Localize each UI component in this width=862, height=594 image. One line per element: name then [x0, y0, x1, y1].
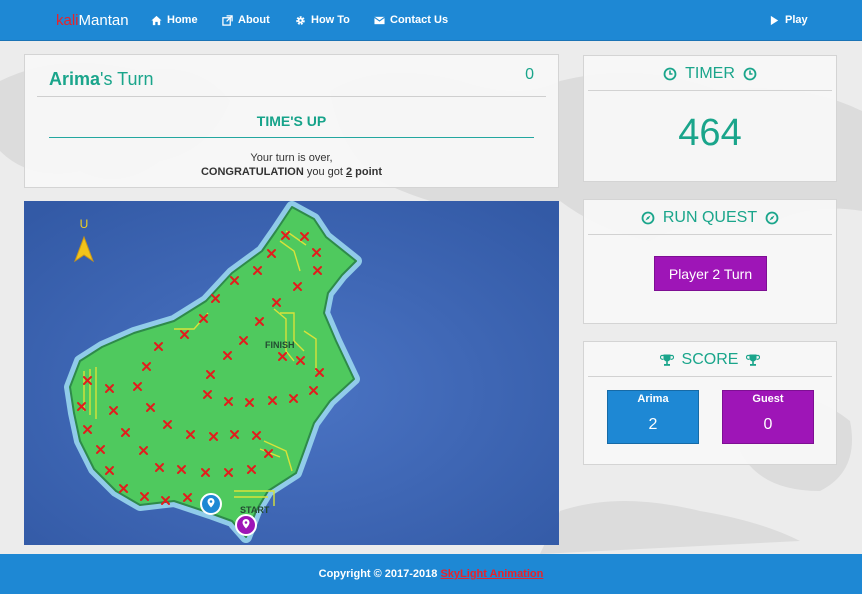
game-map[interactable]: U FINISH START — [24, 201, 559, 545]
player1-marker-icon — [200, 493, 222, 515]
player2-name: Guest — [752, 393, 784, 405]
player-2-turn-button[interactable]: Player 2 Turn — [654, 256, 767, 291]
player2-score: 0 — [763, 416, 773, 433]
trophy-icon — [659, 354, 674, 366]
brand-part2: Mantan — [78, 12, 129, 29]
external-link-icon — [222, 14, 233, 26]
top-navbar: kaliMantan Home About How To Contact Us … — [0, 0, 862, 41]
gear-icon — [296, 15, 305, 25]
message-text: you got — [303, 166, 346, 178]
points-unit: point — [352, 166, 383, 178]
turn-score: 0 — [525, 66, 534, 83]
kalimantan-map: U FINISH START — [24, 201, 559, 545]
nav-about-label: About — [238, 14, 270, 26]
timer-title: TIMER — [685, 65, 735, 82]
compass-icon — [765, 211, 779, 225]
trophy-icon — [746, 354, 761, 366]
nav-howto[interactable]: How To — [295, 14, 350, 26]
score-panel: SCORE Arima 2 Guest 0 — [583, 341, 837, 465]
turn-title: Arima's Turn — [49, 69, 154, 90]
congratulation-message: CONGRATULATION you got 2 point — [25, 166, 558, 178]
compass-icon — [641, 211, 655, 225]
turn-title-suffix: 's Turn — [100, 69, 154, 89]
nav-home[interactable]: Home — [151, 14, 198, 26]
brand-part1: kali — [56, 12, 79, 29]
divider — [588, 90, 832, 91]
nav-contact[interactable]: Contact Us — [374, 14, 448, 26]
clock-icon — [663, 67, 677, 81]
player2-marker-icon — [235, 514, 257, 536]
run-quest-title: RUN QUEST — [662, 209, 758, 226]
player1-score-box: Arima 2 — [607, 390, 699, 444]
score-heading: SCORE — [584, 351, 836, 369]
timer-heading: TIMER — [584, 65, 836, 83]
divider — [588, 376, 832, 377]
compass-label: U — [80, 217, 89, 231]
nav-howto-label: How To — [311, 14, 350, 26]
brand-logo[interactable]: kaliMantan — [56, 12, 129, 29]
nav-home-label: Home — [167, 14, 198, 26]
nav-contact-label: Contact Us — [390, 14, 449, 26]
nav-play-label: Play — [785, 14, 808, 26]
finish-label: FINISH — [265, 340, 295, 350]
envelope-icon — [374, 16, 385, 24]
company-link[interactable]: SkyLight Animation — [440, 568, 543, 580]
nav-about[interactable]: About — [222, 14, 270, 26]
current-player-name: Arima — [49, 69, 101, 89]
turn-panel: Arima's Turn 0 TIME'S UP Your turn is ov… — [24, 54, 559, 188]
run-quest-panel: RUN QUEST Player 2 Turn — [583, 199, 837, 324]
copyright-text: Copyright © 2017-2018 — [318, 568, 441, 580]
run-quest-heading: RUN QUEST — [584, 209, 836, 227]
footer: Copyright © 2017-2018 SkyLight Animation — [0, 554, 862, 594]
divider — [49, 137, 534, 138]
score-title: SCORE — [681, 351, 739, 368]
times-up-heading: TIME'S UP — [256, 113, 327, 129]
play-icon — [770, 15, 779, 25]
home-icon — [151, 15, 162, 25]
player1-name: Arima — [637, 393, 669, 405]
divider — [588, 234, 832, 235]
clock-icon — [743, 67, 757, 81]
timer-value: 464 — [678, 112, 742, 154]
nav-play[interactable]: Play — [769, 14, 808, 26]
timer-panel: TIMER 464 — [583, 55, 837, 182]
player2-score-box: Guest 0 — [722, 390, 814, 444]
start-label: START — [240, 505, 270, 515]
divider — [37, 96, 546, 97]
congratulation-label: CONGRATULATION — [200, 166, 304, 178]
turn-over-message: Your turn is over, — [250, 152, 333, 164]
player1-score: 2 — [648, 416, 658, 433]
